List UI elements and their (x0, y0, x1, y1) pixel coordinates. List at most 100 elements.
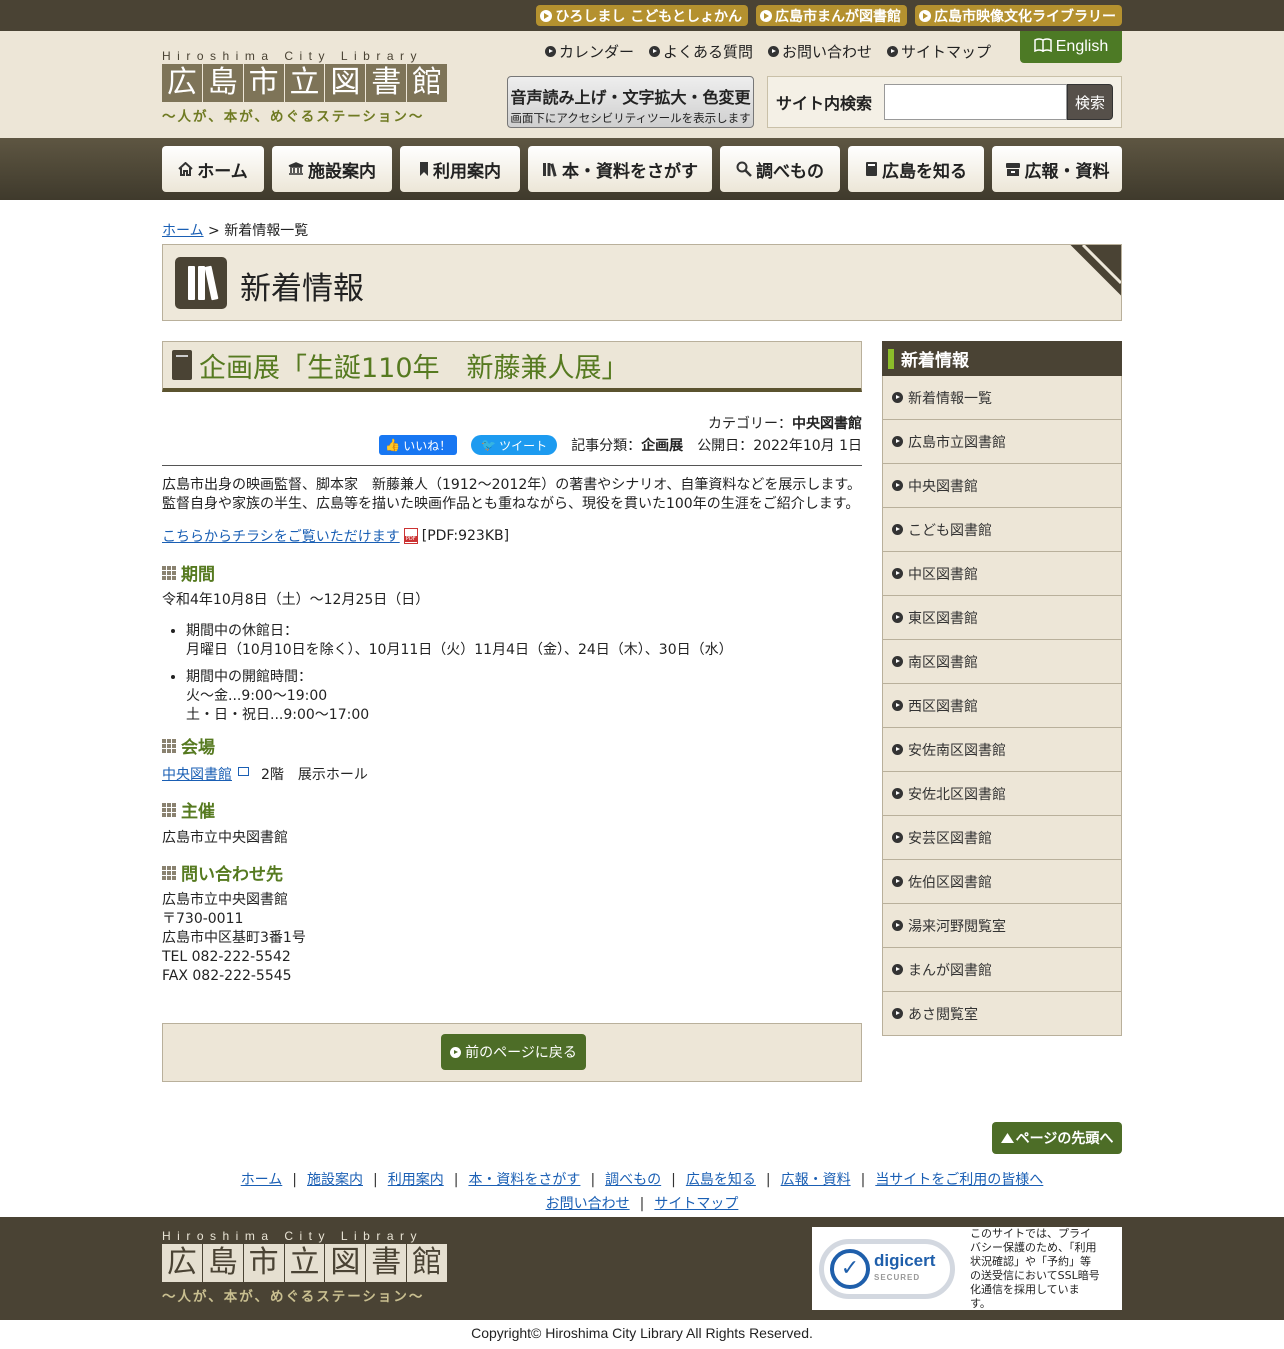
search-button[interactable]: 検索 (1067, 84, 1113, 120)
article-intro: 広島市出身の映画監督、脚本家 新藤兼人（1912～2012年）の著書やシナリオ、… (162, 477, 862, 512)
publish-date: 公開日：2022年10月 1日 (697, 438, 862, 454)
arrow-icon (919, 9, 931, 22)
pdf-icon (403, 528, 418, 544)
flyer-pdf-link[interactable]: こちらからチラシをご覧いただけます (162, 526, 400, 546)
list-item: 期間中の休館日：月曜日（10月10日を除く）、10月11日（火）11月4日（金）… (186, 622, 862, 660)
grid-icon (162, 738, 176, 753)
footer: Hiroshima City Library 広島市立図書館 〜人が、本が、めぐ… (0, 1217, 1284, 1320)
back-button[interactable]: 前のページに戻る (441, 1034, 586, 1070)
facebook-like-button[interactable]: 👍 いいね！ (379, 435, 458, 455)
breadcrumb: ホーム > 新着情報一覧 (162, 223, 309, 239)
nav-know-hiroshima[interactable]: 広島を知る (848, 146, 984, 192)
footer-link-pr[interactable]: 広報・資料 (781, 1172, 851, 1188)
top-link-kodomo[interactable]: ひろしまし こどもとしょかん (536, 5, 748, 26)
english-button[interactable]: English (1020, 31, 1122, 63)
breadcrumb-current: 新着情報一覧 (224, 223, 309, 239)
period-text: 令和4年10月8日（土）～12月25日（日） (162, 592, 430, 608)
pdf-line: こちらからチラシをご覧いただけます [PDF:923KB] (162, 526, 862, 546)
top-link-manga[interactable]: 広島市まんが図書館 (756, 5, 907, 26)
arrow-icon (892, 436, 903, 447)
sidebar-item-central[interactable]: 中央図書館 (882, 464, 1122, 508)
contact-info: 広島市立中央図書館 〒730-0011 広島市中区基町3番1号 TEL 082-… (162, 892, 306, 984)
top-bar: ひろしまし こどもとしょかん 広島市まんが図書館 広島市映像文化ライブラリー (0, 0, 1284, 31)
tweet-button[interactable]: 🐦 ツイート (471, 435, 558, 455)
arrow-icon (760, 9, 772, 22)
footer-nav-2: お問い合わせ | サイトマップ (545, 1196, 739, 1212)
nav-guide[interactable]: 利用案内 (400, 146, 520, 192)
list-item: 期間中の開館時間：火～金...9:00～19:00土・日・祝日...9:00～1… (186, 668, 862, 725)
page-title: 新着情報 (240, 271, 364, 307)
triangle-up-icon (1000, 1133, 1014, 1143)
sidebar-item-asakita[interactable]: 安佐北区図書館 (882, 772, 1122, 816)
divider (162, 465, 862, 466)
footer-link-know-hiroshima[interactable]: 広島を知る (686, 1172, 756, 1188)
back-box: 前のページに戻る (162, 1023, 862, 1082)
sidebar-item-naka[interactable]: 中区図書館 (882, 552, 1122, 596)
sidebar-item-yuki[interactable]: 湯来河野閲覧室 (882, 904, 1122, 948)
footer-link-search-materials[interactable]: 本・資料をさがす (468, 1172, 580, 1188)
back-to-top-button[interactable]: ページの先頭へ (992, 1122, 1122, 1154)
grid-icon (162, 802, 176, 817)
sidebar-item-saeki[interactable]: 佐伯区図書館 (882, 860, 1122, 904)
sidebar-item-asa[interactable]: あさ閲覧室 (882, 992, 1122, 1036)
arrow-icon (892, 612, 903, 623)
util-link-sitemap[interactable]: サイトマップ (887, 41, 991, 62)
footer-link-sitemap[interactable]: サイトマップ (654, 1196, 738, 1212)
nav-facilities[interactable]: 施設案内 (272, 146, 392, 192)
footer-link-site-policy[interactable]: 当サイトをご利用の皆様へ (875, 1172, 1043, 1188)
arrow-icon (892, 392, 903, 403)
venue-link[interactable]: 中央図書館 (162, 767, 232, 783)
breadcrumb-home[interactable]: ホーム (162, 223, 204, 239)
arrow-icon (892, 656, 903, 667)
sidebar-item-news-list[interactable]: 新着情報一覧 (882, 376, 1122, 420)
arrow-icon (887, 46, 899, 57)
arrow-icon (450, 1046, 462, 1058)
accessibility-button[interactable]: 音声読み上げ・文字拡大・色変更 画面下にアクセシビリティツールを表示します (507, 76, 754, 128)
footer-link-research[interactable]: 調べもの (605, 1172, 661, 1188)
arrow-icon (892, 1008, 903, 1019)
sidebar-item-manga[interactable]: まんが図書館 (882, 948, 1122, 992)
nav-search-materials[interactable]: 本・資料をさがす (528, 146, 712, 192)
checkmark-icon: ✓ (830, 1248, 870, 1289)
nav-research[interactable]: 調べもの (720, 146, 840, 192)
ssl-badge: ✓ digicert SECURED このサイトでは、プライバシー保護のため、「利… (812, 1227, 1122, 1310)
magnifier-icon (736, 161, 752, 177)
util-link-contact[interactable]: お問い合わせ (768, 41, 872, 62)
sidebar-item-aki[interactable]: 安芸区図書館 (882, 816, 1122, 860)
book-icon (866, 162, 877, 176)
footer-link-home[interactable]: ホーム (241, 1172, 283, 1188)
sidebar: 新着情報 新着情報一覧 広島市立図書館 中央図書館 こども図書館 中区図書館 東… (882, 341, 1122, 1036)
sidebar-item-asaminami[interactable]: 安佐南区図書館 (882, 728, 1122, 772)
arrow-icon (892, 832, 903, 843)
footer-link-contact[interactable]: お問い合わせ (546, 1196, 630, 1212)
heading-host: 主催 (162, 797, 862, 822)
top-link-eizo[interactable]: 広島市映像文化ライブラリー (915, 5, 1122, 26)
arrow-icon (768, 46, 780, 57)
sidebar-title: 新着情報 (882, 341, 1122, 376)
books-icon (175, 257, 227, 309)
digicert-seal[interactable]: ✓ digicert SECURED (812, 1227, 962, 1310)
footer-logo[interactable]: Hiroshima City Library 広島市立図書館 〜人が、本が、めぐ… (162, 1229, 448, 1305)
util-link-faq[interactable]: よくある質問 (649, 41, 753, 62)
article-title: 企画展「生誕110年 新藤兼人展」 (162, 341, 862, 392)
grid-icon (162, 565, 176, 580)
period-details: 期間中の休館日：月曜日（10月10日を除く）、10月11日（火）11月4日（金）… (186, 622, 862, 725)
search-input[interactable] (884, 84, 1067, 120)
sidebar-item-nishi[interactable]: 西区図書館 (882, 684, 1122, 728)
archive-icon (1005, 162, 1020, 176)
sidebar-item-children[interactable]: こども図書館 (882, 508, 1122, 552)
footer-link-facilities[interactable]: 施設案内 (307, 1172, 363, 1188)
arrow-icon (892, 700, 903, 711)
nav-home[interactable]: ホーム (162, 146, 264, 192)
sidebar-item-higashi[interactable]: 東区図書館 (882, 596, 1122, 640)
main-content: 企画展「生誕110年 新藤兼人展」 カテゴリー：中央図書館 👍 いいね！ 🐦 ツイー… (162, 341, 862, 986)
arrow-icon (892, 524, 903, 535)
sidebar-item-minami[interactable]: 南区図書館 (882, 640, 1122, 684)
global-nav: ホーム 施設案内 利用案内 本・資料をさがす 調べもの 広島を知る 広報・資料 (162, 146, 1122, 192)
sidebar-item-city-library[interactable]: 広島市立図書館 (882, 420, 1122, 464)
nav-pr-materials[interactable]: 広報・資料 (992, 146, 1122, 192)
arrow-icon (892, 920, 903, 931)
site-logo[interactable]: Hiroshima City Library 広島市立図書館 〜人が、本が、めぐ… (162, 49, 448, 127)
footer-link-guide[interactable]: 利用案内 (388, 1172, 444, 1188)
util-link-calendar[interactable]: カレンダー (545, 41, 634, 62)
